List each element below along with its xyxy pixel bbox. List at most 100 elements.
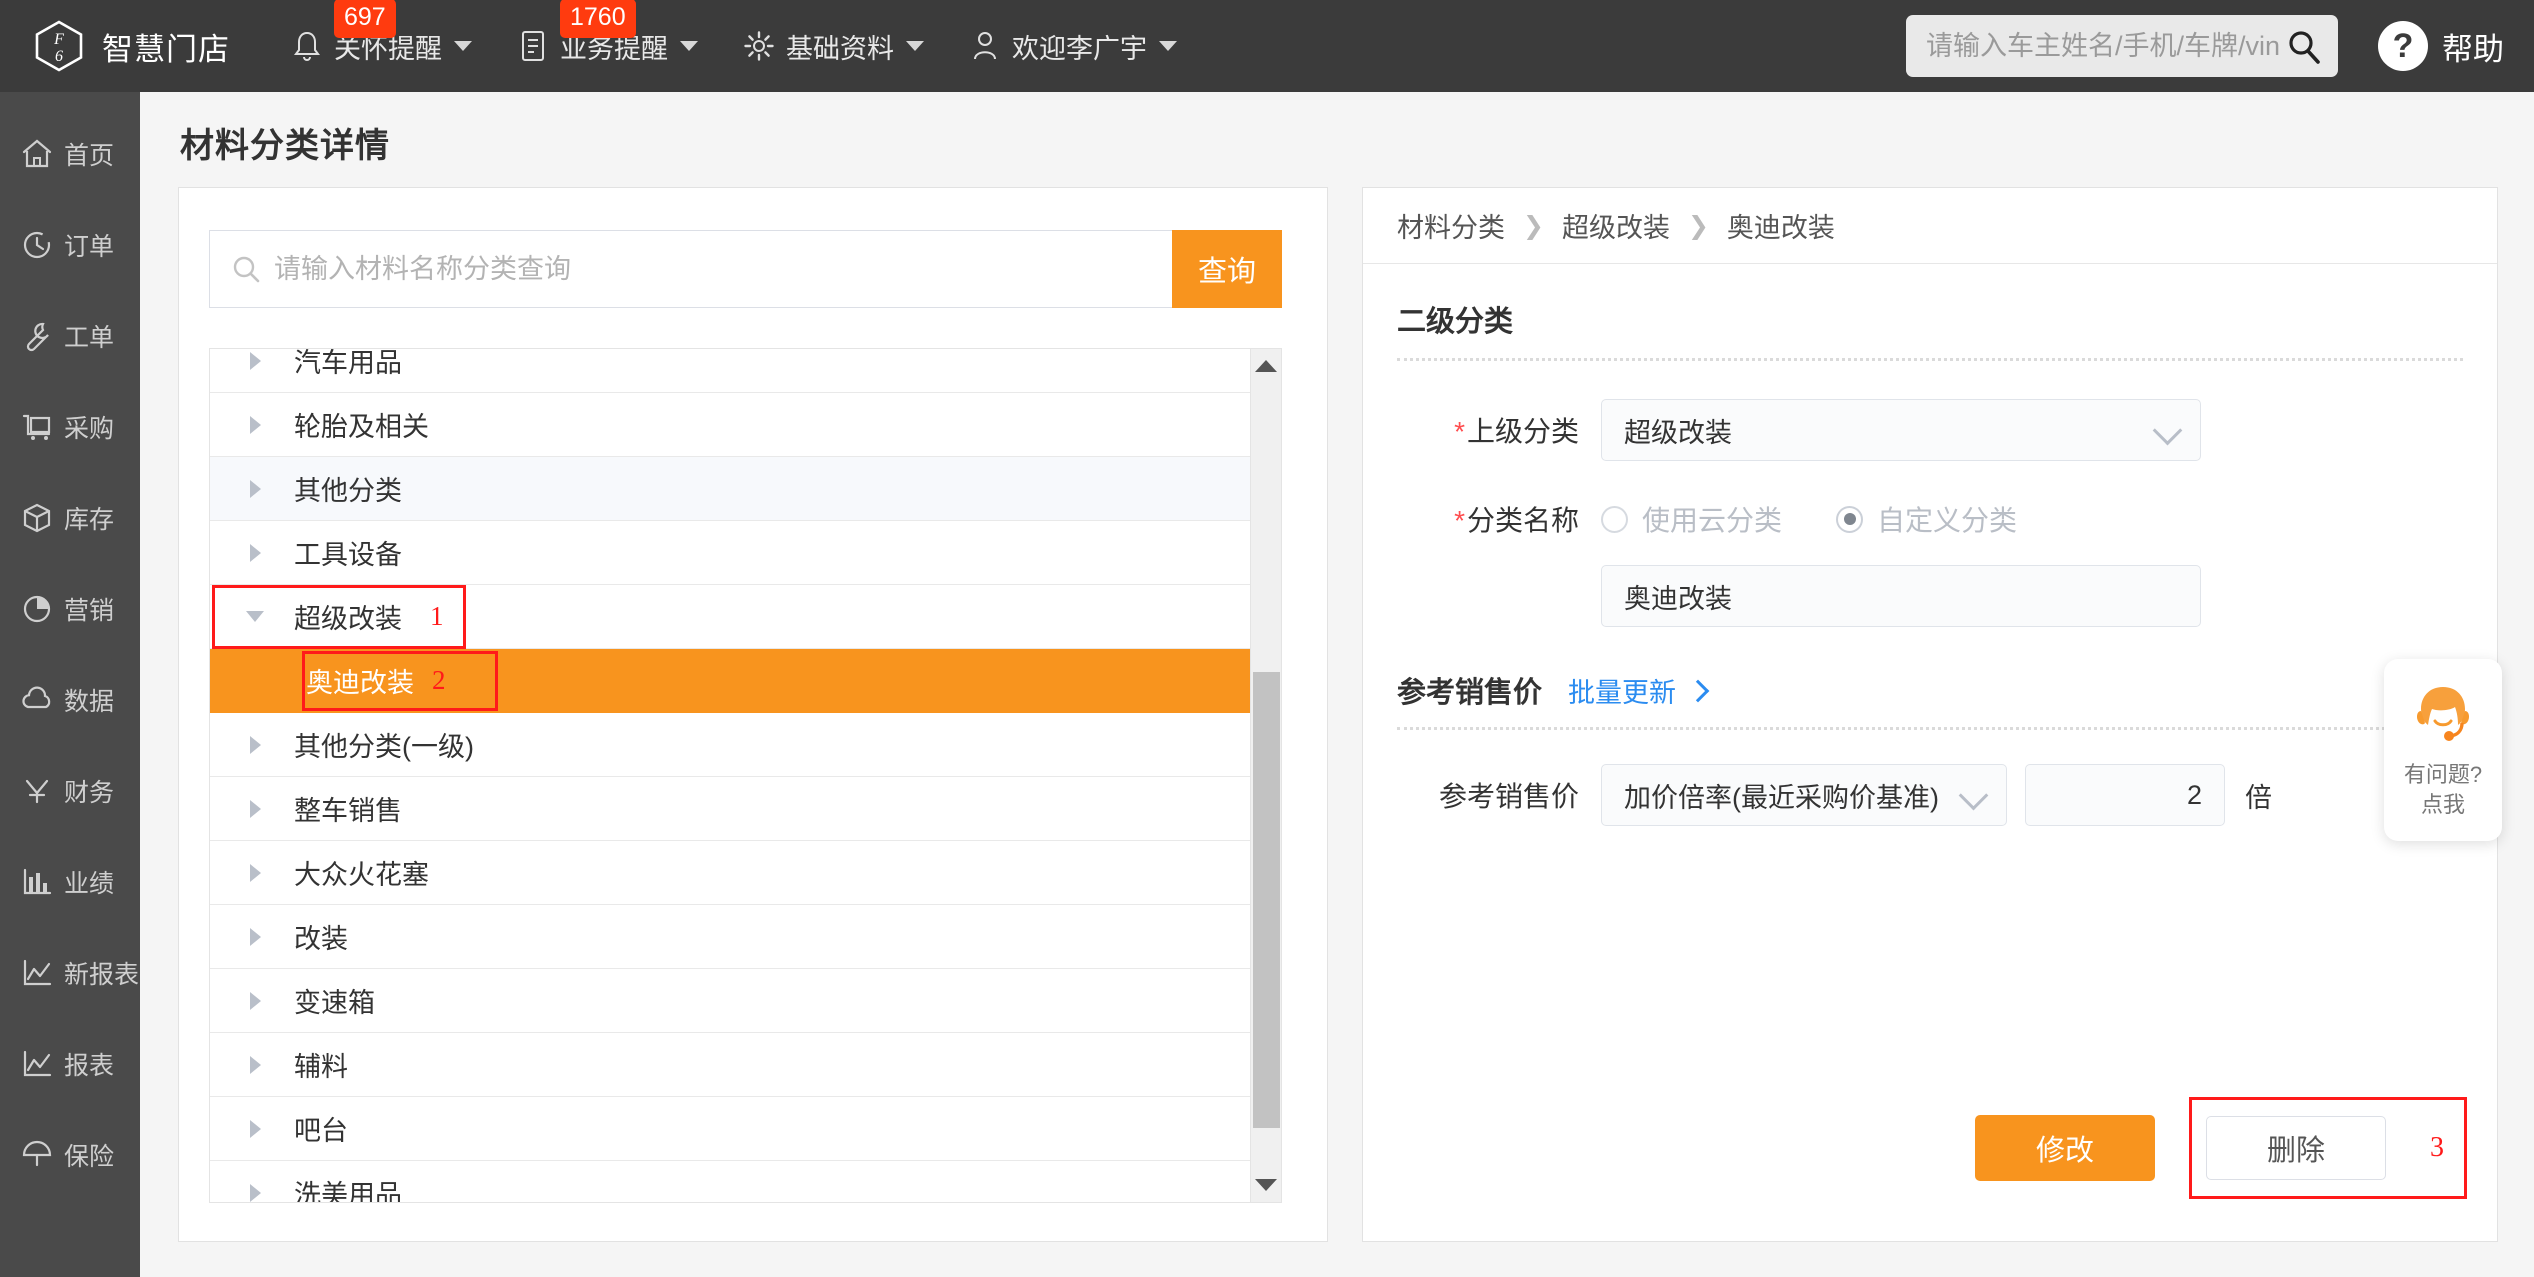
tree-row-super-refit[interactable]: 超级改装 1 [210, 585, 1252, 649]
tree-row[interactable]: 改装 [210, 905, 1252, 969]
price-section-divider [1397, 727, 2463, 730]
sidebar-item-orders[interactable]: 订单 [0, 199, 140, 290]
tree-item-label: 变速箱 [294, 988, 375, 1018]
sidebar-item-label: 新报表 [64, 960, 140, 989]
help-label: 帮助 [2442, 31, 2504, 67]
category-tree[interactable]: 汽车用品 轮胎及相关 其他分类 工具设备 超级改装 1 奥迪改装 2 其他分类(… [209, 348, 1282, 1203]
category-name-row: *分类名称 使用云分类 自定义分类 [1363, 499, 2497, 539]
radio-use-cloud-category[interactable]: 使用云分类 [1601, 499, 1782, 539]
brand-name: 智慧门店 [102, 31, 230, 67]
sidebar-item-report[interactable]: 报表 [0, 1018, 140, 1109]
chevron-right-icon[interactable] [240, 1183, 270, 1202]
nav-care-reminder[interactable]: 关怀提醒 697 [290, 0, 472, 66]
tree-row[interactable]: 大众火花塞 [210, 841, 1252, 905]
sidebar-item-marketing[interactable]: 营销 [0, 563, 140, 654]
chevron-right-icon[interactable] [240, 1119, 270, 1138]
price-mode-select[interactable]: 加价倍率(最近采购价基准) [1601, 764, 2007, 826]
radio-custom-category[interactable]: 自定义分类 [1836, 499, 2017, 539]
chevron-right-icon[interactable] [240, 415, 270, 434]
batch-update-link[interactable]: 批量更新 [1568, 671, 1710, 710]
chevron-right-icon[interactable] [240, 1055, 270, 1074]
chevron-down-icon[interactable] [240, 611, 270, 622]
customer-service-widget[interactable]: 有问题? 点我 [2384, 659, 2502, 841]
material-search-row: 查询 [209, 230, 1282, 308]
reference-price-row: 参考销售价 加价倍率(最近采购价基准) 2 倍 [1363, 764, 2497, 826]
chevron-right-icon[interactable] [240, 351, 270, 370]
batch-update-label: 批量更新 [1568, 677, 1677, 708]
tree-row[interactable]: 辅料 [210, 1033, 1252, 1097]
tree-item-label: 奥迪改装 [306, 668, 414, 698]
delete-button[interactable]: 删除 [2206, 1116, 2386, 1180]
price-multiplier-input[interactable]: 2 [2025, 764, 2225, 826]
top-nav: 关怀提醒 697 业务提醒 1760 基础资料 欢迎李广宇 [290, 0, 1221, 66]
breadcrumb-separator-icon: ❯ [1687, 211, 1709, 240]
chevron-right-icon[interactable] [240, 543, 270, 562]
chevron-right-icon[interactable] [240, 799, 270, 818]
tree-row[interactable]: 洗美用品 [210, 1161, 1252, 1202]
category-detail-panel: 材料分类 ❯ 超级改装 ❯ 奥迪改装 二级分类 *上级分类 超级改装 *分类名称… [1362, 187, 2498, 1242]
tree-row[interactable]: 其他分类 [210, 457, 1252, 521]
brand[interactable]: F 6 智慧门店 [32, 19, 230, 73]
reference-price-header: 参考销售价 批量更新 [1397, 669, 2497, 711]
sidebar-item-performance[interactable]: 业绩 [0, 836, 140, 927]
sidebar-item-new-report[interactable]: 新报表 [0, 927, 140, 1018]
tree-row[interactable]: 其他分类(一级) [210, 713, 1252, 777]
document-icon [516, 29, 550, 63]
tree-row[interactable]: 变速箱 [210, 969, 1252, 1033]
question-mark-icon: ? [2378, 21, 2428, 71]
scroll-up-button[interactable] [1251, 349, 1281, 383]
query-button[interactable]: 查询 [1172, 230, 1282, 308]
tree-scrollbar[interactable] [1250, 349, 1281, 1202]
tree-row[interactable]: 整车销售 [210, 777, 1252, 841]
sidebar-item-purchase[interactable]: 采购 [0, 381, 140, 472]
tree-row-audi-refit[interactable]: 奥迪改装 2 [210, 649, 1252, 713]
price-multiplier-value: 2 [2186, 779, 2202, 810]
required-asterisk: * [1454, 416, 1465, 447]
tree-row[interactable]: 轮胎及相关 [210, 393, 1252, 457]
tree-item-label: 辅料 [294, 1052, 348, 1082]
nav-user-welcome[interactable]: 欢迎李广宇 [968, 27, 1177, 66]
sidebar-item-label: 财务 [64, 778, 115, 807]
scrollbar-thumb[interactable] [1253, 672, 1280, 1128]
nav-basic-data[interactable]: 基础资料 [742, 27, 924, 66]
breadcrumb-item-1[interactable]: 超级改装 [1562, 206, 1670, 245]
reference-price-title: 参考销售价 [1397, 677, 1543, 709]
sidebar-item-data[interactable]: 数据 [0, 654, 140, 745]
chevron-right-icon[interactable] [240, 479, 270, 498]
help-button[interactable]: ? 帮助 [2378, 21, 2504, 71]
category-name-input[interactable]: 奥迪改装 [1601, 565, 2201, 627]
sidebar-item-insurance[interactable]: 保险 [0, 1109, 140, 1200]
wrench-icon [18, 317, 56, 355]
bar-chart-icon [18, 863, 56, 901]
scroll-down-button[interactable] [1251, 1168, 1281, 1202]
sidebar-item-inventory[interactable]: 库存 [0, 472, 140, 563]
sidebar-item-work-orders[interactable]: 工单 [0, 290, 140, 381]
sidebar-item-finance[interactable]: 财务 [0, 745, 140, 836]
sidebar-item-label: 订单 [64, 232, 115, 261]
tree-row[interactable]: 工具设备 [210, 521, 1252, 585]
tree-item-label: 吧台 [294, 1116, 348, 1146]
breadcrumb-item-2: 奥迪改装 [1726, 213, 1835, 243]
category-name-label-text: 分类名称 [1466, 505, 1579, 536]
parent-category-label: *上级分类 [1363, 410, 1601, 450]
chevron-down-icon [680, 41, 698, 51]
sidebar: 首页 订单 工单 采购 库存 营销 数据 财务 业绩 新报表 报表 保险 [0, 92, 140, 1277]
breadcrumb-item-0[interactable]: 材料分类 [1397, 206, 1505, 245]
global-search-input[interactable] [1906, 15, 2338, 77]
modify-button[interactable]: 修改 [1975, 1115, 2155, 1181]
sidebar-item-home[interactable]: 首页 [0, 108, 140, 199]
user-icon [968, 29, 1002, 63]
chevron-right-icon[interactable] [240, 991, 270, 1010]
tree-row[interactable]: 汽车用品 [210, 349, 1252, 393]
chevron-right-icon[interactable] [240, 735, 270, 754]
radio-label: 自定义分类 [1877, 505, 2018, 536]
nav-business-reminder[interactable]: 业务提醒 1760 [516, 0, 698, 66]
category-tree-list: 汽车用品 轮胎及相关 其他分类 工具设备 超级改装 1 奥迪改装 2 其他分类(… [210, 349, 1252, 1202]
parent-category-select[interactable]: 超级改装 [1601, 399, 2201, 461]
tree-row[interactable]: 吧台 [210, 1097, 1252, 1161]
search-icon[interactable] [2284, 27, 2324, 67]
chevron-right-icon[interactable] [240, 927, 270, 946]
chevron-right-icon[interactable] [240, 863, 270, 882]
material-search-input[interactable] [209, 230, 1172, 308]
care-reminder-badge: 697 [334, 0, 396, 38]
